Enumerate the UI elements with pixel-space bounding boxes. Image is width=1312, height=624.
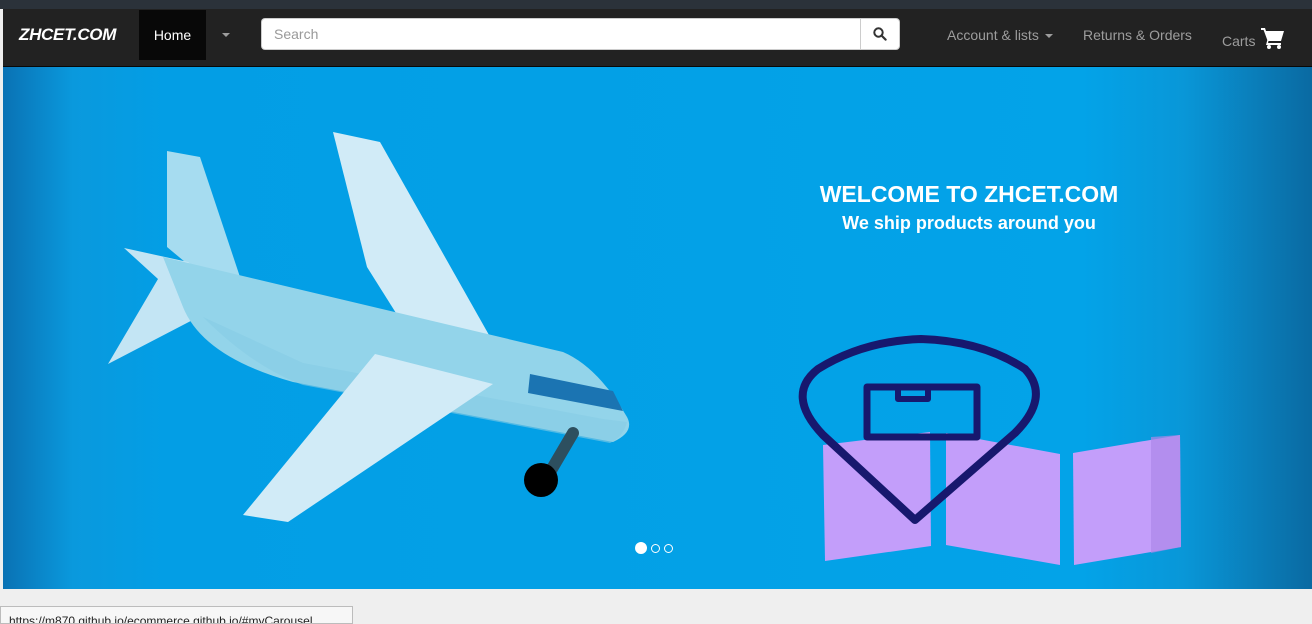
carousel-indicator-2[interactable] (651, 543, 660, 553)
nav-account-lists[interactable]: Account & lists (947, 27, 1053, 43)
airplane-illustration (108, 132, 630, 522)
carousel-indicators (635, 542, 673, 554)
nav-account-label: Account & lists (947, 27, 1039, 43)
carousel-indicator-3[interactable] (664, 543, 673, 553)
caret-down-icon (222, 33, 230, 37)
carousel-indicator-1[interactable] (635, 542, 647, 554)
search-box (261, 18, 861, 50)
hero-carousel[interactable]: WELCOME TO ZHCET.COM We ship products ar… (3, 67, 1312, 589)
search-button[interactable] (860, 18, 900, 50)
brand-logo[interactable]: ZHCET.COM (19, 25, 116, 45)
navbar: ZHCET.COM Home Account & lists Returns &… (3, 9, 1312, 67)
shopping-cart-icon (1261, 28, 1285, 49)
browser-status-url: https://m870.github.io/ecommerce.github.… (0, 606, 353, 624)
carousel-illustration (108, 132, 1181, 565)
nav-returns-orders[interactable]: Returns & Orders (1083, 27, 1192, 43)
search-input[interactable] (262, 19, 861, 49)
nav-carts[interactable]: Carts (1222, 26, 1285, 49)
browser-top-strip (0, 0, 1312, 9)
nav-home-tab[interactable]: Home (139, 10, 206, 60)
caret-down-icon (1044, 34, 1053, 39)
search-icon (873, 27, 887, 41)
map-illustration (823, 432, 1181, 565)
carousel-subtitle: We ship products around you (842, 213, 1096, 233)
carousel-title: WELCOME TO ZHCET.COM (819, 181, 1119, 207)
nav-dropdown-toggle[interactable] (215, 25, 237, 45)
nav-carts-label: Carts (1222, 33, 1256, 49)
